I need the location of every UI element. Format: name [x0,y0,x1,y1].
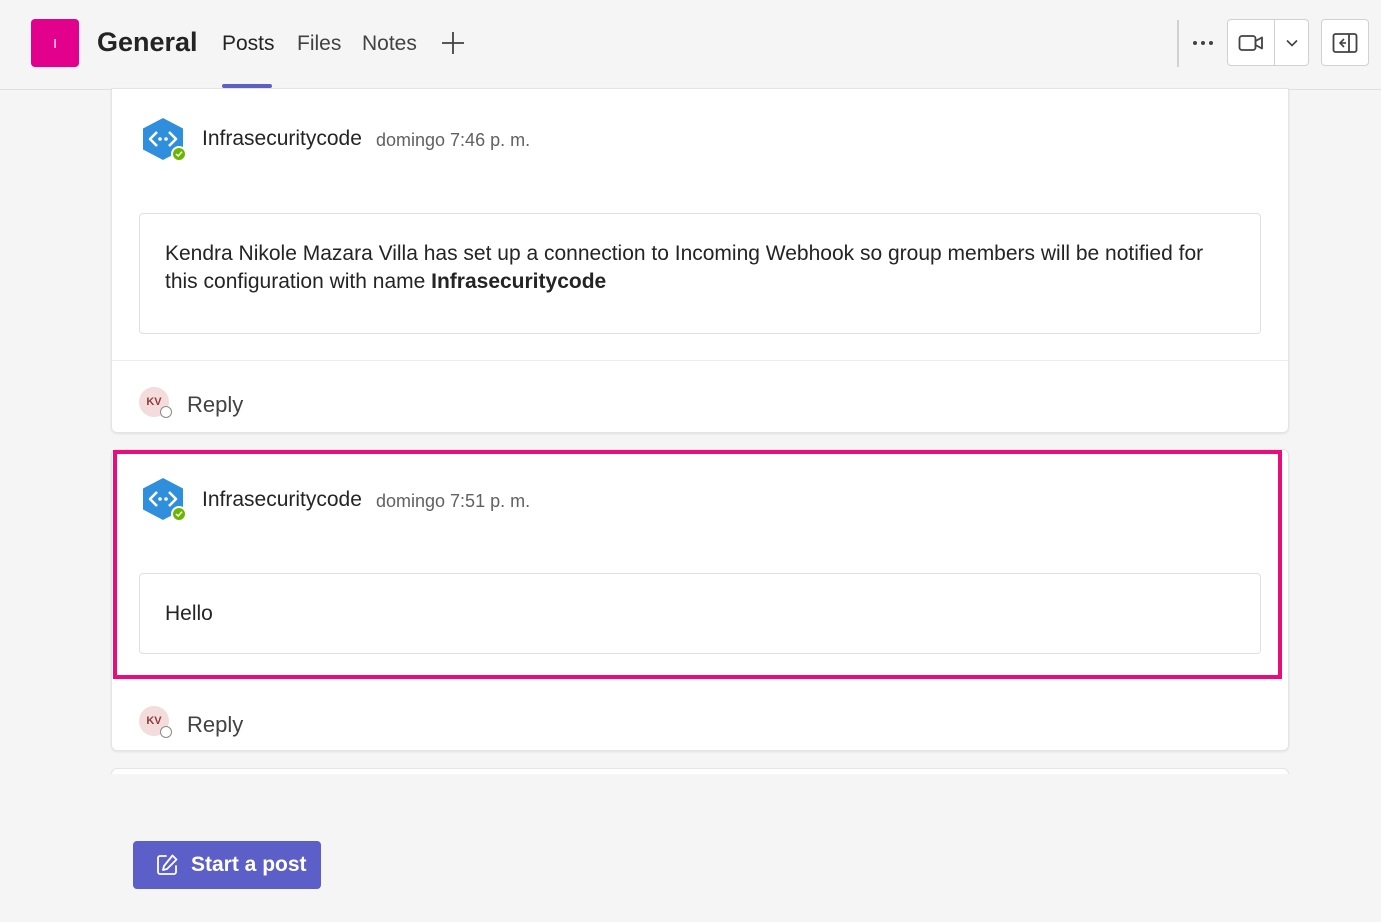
start-post-button[interactable]: Start a post [133,841,321,889]
tab-notes[interactable]: Notes [362,32,417,56]
reply-divider [112,360,1288,361]
available-status-icon [171,146,187,162]
more-options-button[interactable] [1188,28,1218,58]
message-timestamp: domingo 7:51 p. m. [376,491,531,511]
message-timestamp: domingo 7:46 p. m. [376,130,531,150]
bot-avatar[interactable] [139,476,189,522]
reply-button[interactable]: Reply [187,392,243,418]
meet-now-button[interactable] [1228,20,1275,65]
message-body: Kendra Nikole Mazara Villa has set up a … [139,213,1261,334]
reply-button[interactable]: Reply [187,712,243,738]
meet-button-group [1227,19,1309,66]
toggle-panel-button[interactable] [1321,19,1369,66]
meet-options-dropdown[interactable] [1275,20,1308,65]
message-body: Hello [139,573,1261,654]
plus-icon [442,32,464,54]
sender-name[interactable]: Infrasecuritycode [202,127,362,151]
more-icon [1193,41,1213,45]
chevron-down-icon [1285,39,1298,47]
offline-status-icon [160,406,172,418]
add-tab-button[interactable] [440,30,466,56]
tab-files[interactable]: Files [297,32,341,56]
offline-status-icon [160,726,172,738]
start-post-label: Start a post [191,853,307,876]
next-post-card [111,768,1289,774]
available-status-icon [171,506,187,522]
message-text: Kendra Nikole Mazara Villa has set up a … [165,242,1204,293]
header-divider [1177,20,1179,67]
bot-avatar[interactable] [139,116,189,162]
tab-posts[interactable]: Posts [222,32,275,56]
team-avatar[interactable]: I [31,19,79,67]
post-card: Infrasecuritycode domingo 7:46 p. m. Ken… [111,88,1289,433]
config-name: Infrasecuritycode [431,270,607,293]
sender-name[interactable]: Infrasecuritycode [202,488,362,512]
compose-icon [157,854,178,875]
channel-title: General [97,27,198,57]
video-camera-icon [1238,34,1263,51]
channel-header: I General Posts Files Notes [0,0,1381,90]
panel-icon [1332,32,1358,53]
post-card: Infrasecuritycode domingo 7:51 p. m. Hel… [111,449,1289,751]
